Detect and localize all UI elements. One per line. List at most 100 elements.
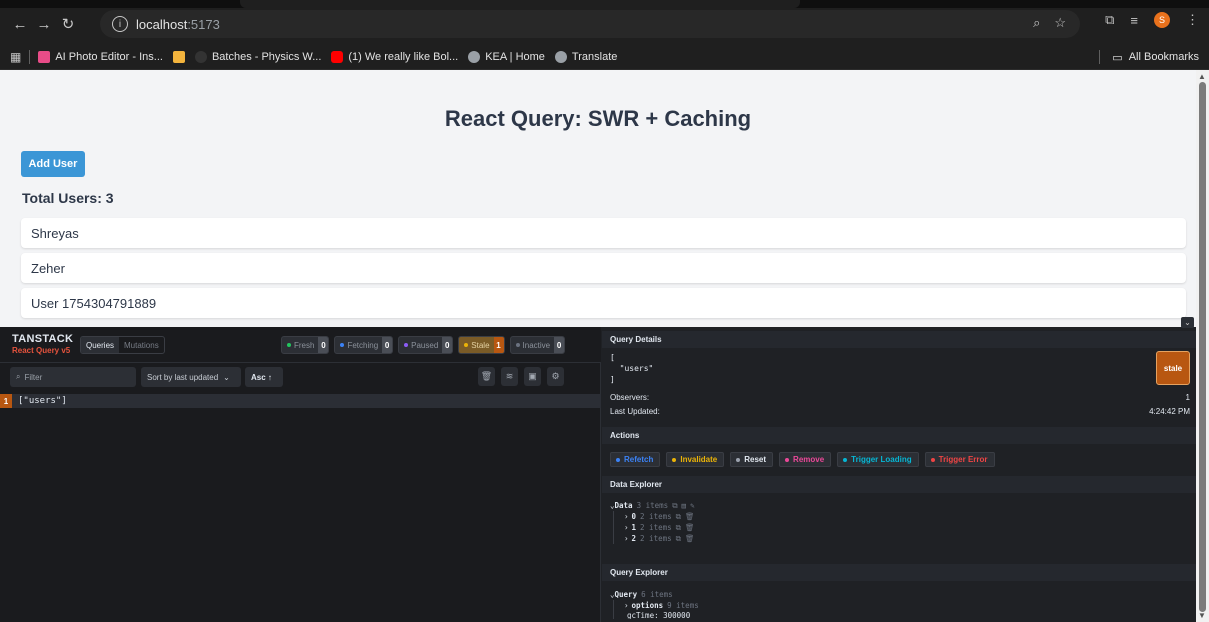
tree-node[interactable]: › 1 2 items ⧉ 🗑 bbox=[624, 522, 695, 533]
trash-icon[interactable]: 🗑 bbox=[685, 534, 695, 543]
chevron-right-icon: › bbox=[624, 601, 629, 610]
copy-icon[interactable]: ⧉ bbox=[676, 512, 681, 522]
bookmarks-bar: ▦ AI Photo Editor - Ins... Batches - Phy… bbox=[0, 44, 1209, 70]
chevron-down-icon: ⌄ bbox=[1184, 318, 1191, 327]
settings-gear-icon[interactable]: ⚙ bbox=[547, 367, 564, 386]
bookmarks-separator bbox=[29, 49, 31, 64]
action-dot bbox=[843, 457, 848, 462]
status-badge: stale bbox=[1156, 351, 1190, 385]
query-row[interactable]: 1 ["users"] bbox=[0, 394, 601, 408]
bookmark-star-icon[interactable]: ☆ bbox=[1054, 15, 1066, 31]
query-observer-count: 1 bbox=[0, 394, 12, 408]
scroll-up-icon[interactable]: ▲ bbox=[1198, 72, 1206, 81]
copy-icon[interactable]: ⧉ bbox=[672, 501, 677, 511]
badge-paused: Paused 0 bbox=[398, 336, 454, 354]
copy-icon[interactable]: ⧉ bbox=[676, 523, 681, 533]
query-explorer-tree: ⌄ Query 6 items › options 9 items gcTime… bbox=[610, 589, 699, 619]
tree-count: 2 items bbox=[640, 523, 672, 532]
panel-icon[interactable]: ▣ bbox=[524, 367, 541, 386]
tab-mutations[interactable]: Mutations bbox=[119, 337, 164, 353]
observers-row: Observers: 1 bbox=[610, 393, 1190, 402]
status-dot bbox=[340, 343, 345, 347]
tree-count: 2 items bbox=[640, 512, 672, 521]
copy-icon[interactable]: ⧉ bbox=[676, 534, 681, 544]
tree-count: 2 items bbox=[640, 534, 672, 543]
badge-count: 0 bbox=[554, 337, 565, 353]
sort-select[interactable]: Sort by last updated ⌄ bbox=[141, 367, 241, 387]
badge-label: Fresh bbox=[294, 340, 315, 350]
bookmark-item[interactable] bbox=[172, 50, 185, 63]
wifi-icon[interactable]: ≋ bbox=[501, 367, 518, 386]
badge-label: Paused bbox=[411, 340, 439, 350]
last-updated-value: 4:24:42 PM bbox=[1149, 407, 1190, 416]
page-scrollbar[interactable]: ▲ ▼ bbox=[1196, 70, 1209, 622]
devtools-brand[interactable]: TANSTACK bbox=[12, 333, 73, 345]
filter-row: ⌕ Filter Sort by last updated ⌄ Asc ↑ 🗑 ≋ … bbox=[0, 363, 601, 391]
edit-icon[interactable]: ✎ bbox=[690, 501, 695, 510]
observers-value: 1 bbox=[1185, 393, 1190, 402]
status-badges: Fresh 0 Fetching 0 Paused 0 Stale 1 Inactive… bbox=[281, 336, 566, 354]
actions-title: Actions bbox=[602, 427, 1196, 444]
filter-input[interactable]: ⌕ Filter bbox=[10, 367, 136, 387]
query-details-title: Query Details bbox=[602, 331, 1196, 348]
bookmark-item[interactable]: KEA | Home bbox=[468, 50, 545, 63]
all-bookmarks[interactable]: ▭ All Bookmarks bbox=[1099, 50, 1199, 64]
tree-key: options bbox=[631, 601, 664, 610]
bookmark-item[interactable]: Translate bbox=[554, 50, 617, 63]
bookmark-item[interactable]: (1) We really like Bol... bbox=[331, 50, 459, 63]
tree-key: 0 bbox=[631, 512, 637, 521]
globe-icon bbox=[554, 50, 567, 63]
bookmark-item[interactable]: AI Photo Editor - Ins... bbox=[38, 50, 163, 63]
media-controls-icon[interactable]: ≡ bbox=[1130, 13, 1138, 28]
profile-avatar[interactable]: S bbox=[1154, 12, 1170, 28]
url-host: localhost bbox=[136, 16, 188, 32]
trigger-loading-button[interactable]: Trigger Loading bbox=[837, 452, 919, 467]
forward-icon[interactable]: → bbox=[32, 16, 56, 33]
tree-node-partial: gcTime: 300000 bbox=[624, 611, 699, 619]
tree-node[interactable]: ⌄ Data 3 items ⧉ ▤ ✎ bbox=[610, 500, 695, 511]
devtools-sub-brand: React Query v5 bbox=[12, 346, 71, 355]
menu-icon[interactable]: ⋮ bbox=[1186, 12, 1199, 28]
scrollbar-thumb[interactable] bbox=[1199, 82, 1206, 612]
trash-icon[interactable]: 🗑 bbox=[685, 523, 695, 532]
tree-node[interactable]: › 0 2 items ⧉ 🗑 bbox=[624, 511, 695, 522]
trash-icon[interactable]: 🗑 bbox=[685, 512, 695, 521]
observers-label: Observers: bbox=[610, 393, 650, 402]
trigger-error-button[interactable]: Trigger Error bbox=[924, 452, 995, 467]
zoom-icon[interactable]: ⌕ bbox=[1033, 15, 1040, 31]
back-icon[interactable]: ← bbox=[8, 16, 32, 33]
sort-direction-button[interactable]: Asc ↑ bbox=[245, 367, 283, 387]
globe-icon bbox=[468, 50, 481, 63]
status-dot bbox=[515, 343, 520, 347]
bookmark-item[interactable]: Batches - Physics W... bbox=[194, 50, 321, 63]
bookmark-label: (1) We really like Bol... bbox=[348, 50, 459, 63]
tree-value: gcTime: 300000 bbox=[627, 611, 691, 619]
actions-row: Refetch Invalidate Reset Remove Trigger … bbox=[610, 452, 995, 467]
query-explorer-title: Query Explorer bbox=[602, 564, 1196, 581]
trash-icon[interactable]: 🗑 bbox=[478, 367, 495, 386]
reset-button[interactable]: Reset bbox=[730, 452, 774, 467]
tab-queries[interactable]: Queries bbox=[81, 337, 120, 353]
remove-button[interactable]: Remove bbox=[779, 452, 832, 467]
refetch-button[interactable]: Refetch bbox=[610, 452, 661, 467]
action-label: Reset bbox=[744, 455, 767, 464]
add-user-button[interactable]: Add User bbox=[21, 151, 85, 177]
query-details-key: [ "users" ] bbox=[610, 353, 654, 384]
tree-key: 2 bbox=[631, 534, 637, 543]
invalidate-button[interactable]: Invalidate bbox=[666, 452, 725, 467]
badge-count: 0 bbox=[318, 337, 329, 353]
site-info-icon[interactable]: i bbox=[112, 16, 128, 32]
extensions-icon[interactable]: ⧉ bbox=[1105, 12, 1114, 28]
collapse-devtools-button[interactable]: ⌄ bbox=[1181, 317, 1194, 328]
delete-icon[interactable]: ▤ bbox=[682, 501, 687, 510]
apps-grid-icon[interactable]: ▦ bbox=[10, 50, 21, 64]
tab-strip bbox=[0, 0, 1209, 8]
tree-node[interactable]: › options 9 items bbox=[624, 600, 699, 611]
tree-node[interactable]: › 2 2 items ⧉ 🗑 bbox=[624, 533, 695, 544]
tree-node[interactable]: ⌄ Query 6 items bbox=[610, 589, 699, 600]
browser-toolbar: ← → ↻ i localhost:5173 ⌕ ☆ ⧉ ≡ S ⋮ bbox=[0, 0, 1209, 44]
reload-icon[interactable]: ↻ bbox=[56, 15, 80, 33]
address-bar[interactable]: i localhost:5173 ⌕ ☆ bbox=[100, 10, 1080, 38]
active-tab[interactable] bbox=[240, 0, 800, 8]
scroll-down-icon[interactable]: ▼ bbox=[1198, 611, 1206, 620]
